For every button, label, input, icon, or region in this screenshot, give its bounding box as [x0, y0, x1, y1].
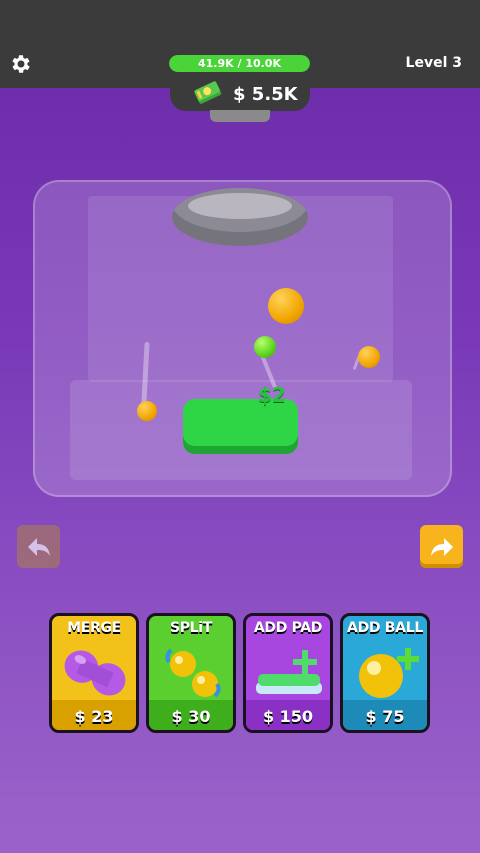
ball-dispenser [210, 110, 270, 122]
add-ball-card-title: ADD BALL [347, 620, 423, 636]
split-card-title: SPLiT [169, 620, 213, 636]
pad-reward-text: $2 [258, 383, 286, 407]
split-balls-icon [165, 648, 221, 698]
add-ball-card[interactable]: ADD BALL $ 75 [340, 613, 430, 733]
gold-ball [137, 401, 157, 421]
add-pad-card[interactable]: ADD PAD $ 150 [243, 613, 333, 733]
add-pad-icon [256, 650, 322, 694]
drop-ring-hole [188, 193, 292, 219]
redo-button[interactable] [420, 525, 463, 568]
gear-icon[interactable] [8, 52, 32, 76]
gold-ball [358, 346, 380, 368]
add-ball-price: $ 75 [365, 707, 405, 726]
undo-button[interactable] [17, 525, 60, 568]
split-card[interactable]: SPLiT $ 30 [146, 613, 236, 733]
gold-ball [268, 288, 304, 324]
split-price: $ 30 [171, 707, 211, 726]
add-pad-price: $ 150 [262, 707, 314, 726]
money-amount: $ 5.5K [233, 84, 298, 105]
level-progress-text: 41.9K / 10.0K [197, 57, 281, 70]
cash-stack-icon [194, 81, 222, 104]
merge-card[interactable]: MERGE $ 23 [49, 613, 139, 733]
level-label: Level 3 [405, 55, 462, 71]
level-progress-bar: 41.9K / 10.0K [169, 55, 310, 72]
merge-card-title: MERGE [67, 620, 121, 636]
add-ball-icon [359, 648, 419, 698]
add-pad-card-title: ADD PAD [253, 620, 323, 636]
merge-capsule-icon [64, 650, 126, 696]
bounce-pad[interactable] [183, 399, 298, 454]
forward-arrow-icon [430, 537, 453, 556]
back-arrow-icon [27, 537, 50, 556]
merge-price: $ 23 [74, 707, 114, 726]
green-ball [254, 336, 276, 358]
